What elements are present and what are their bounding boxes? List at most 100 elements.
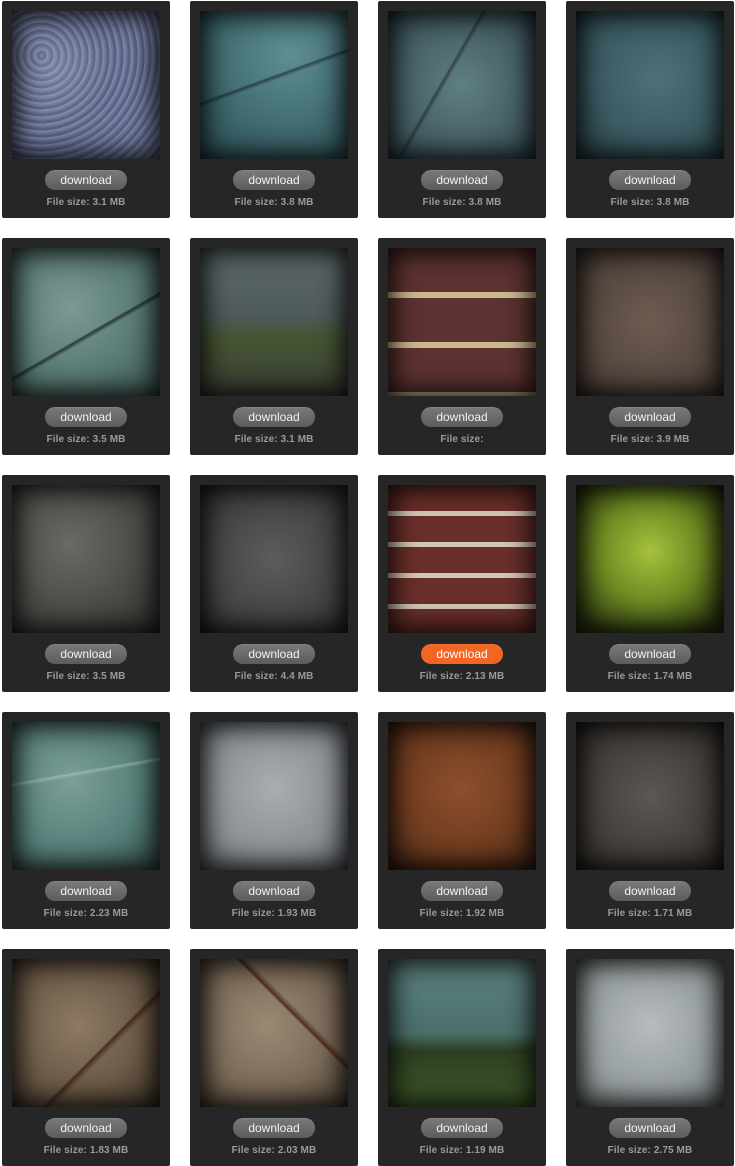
file-size-label: File size: 1.93 MB: [190, 908, 358, 919]
download-button[interactable]: download: [421, 644, 503, 664]
file-size-prefix: File size:: [46, 197, 90, 208]
download-button[interactable]: download: [421, 881, 503, 901]
file-size-value: 3.8 MB: [468, 197, 502, 208]
file-size-prefix: File size:: [610, 434, 654, 445]
file-size-value: 1.71 MB: [653, 908, 693, 919]
download-button[interactable]: download: [233, 1118, 315, 1138]
texture-card: download File size: 2.13 MB: [378, 475, 546, 692]
texture-card: download File size: 2.75 MB: [566, 949, 734, 1166]
file-size-value: 2.23 MB: [89, 908, 129, 919]
texture-thumbnail[interactable]: [576, 248, 724, 396]
texture-card: download File size: 1.83 MB: [2, 949, 170, 1166]
texture-card: download File size: 4.4 MB: [190, 475, 358, 692]
file-size-prefix: File size:: [43, 908, 87, 919]
texture-card: download File size: 3.1 MB: [2, 1, 170, 218]
download-button[interactable]: download: [233, 644, 315, 664]
texture-thumbnail[interactable]: [388, 248, 536, 396]
texture-thumbnail[interactable]: [576, 11, 724, 159]
file-size-label: File size:: [378, 434, 546, 445]
texture-thumbnail[interactable]: [388, 959, 536, 1107]
file-size-label: File size: 3.9 MB: [566, 434, 734, 445]
file-size-label: File size: 1.19 MB: [378, 1145, 546, 1156]
download-button[interactable]: download: [233, 407, 315, 427]
texture-thumbnail[interactable]: [12, 248, 160, 396]
download-button[interactable]: download: [421, 170, 503, 190]
file-size-value: 3.8 MB: [280, 197, 314, 208]
texture-thumbnail[interactable]: [388, 722, 536, 870]
texture-card: download File size: 2.23 MB: [2, 712, 170, 929]
download-button[interactable]: download: [45, 407, 127, 427]
download-button[interactable]: download: [45, 170, 127, 190]
file-size-value: 3.8 MB: [656, 197, 690, 208]
file-size-label: File size: 1.71 MB: [566, 908, 734, 919]
file-size-value: 3.5 MB: [92, 434, 126, 445]
file-size-prefix: File size:: [231, 1145, 275, 1156]
download-button[interactable]: download: [421, 407, 503, 427]
texture-thumbnail[interactable]: [200, 485, 348, 633]
file-size-prefix: File size:: [234, 671, 278, 682]
texture-card: download File size: 1.93 MB: [190, 712, 358, 929]
texture-thumbnail[interactable]: [200, 722, 348, 870]
file-size-value: 2.75 MB: [653, 1145, 693, 1156]
download-button[interactable]: download: [45, 1118, 127, 1138]
file-size-prefix: File size:: [610, 197, 654, 208]
texture-card: download File size: 2.03 MB: [190, 949, 358, 1166]
texture-card: download File size: 1.19 MB: [378, 949, 546, 1166]
file-size-label: File size: 3.1 MB: [2, 197, 170, 208]
texture-card: download File size:: [378, 238, 546, 455]
download-button[interactable]: download: [421, 1118, 503, 1138]
texture-grid: download File size: 3.1 MB download File si…: [0, 0, 735, 1166]
file-size-prefix: File size:: [419, 671, 463, 682]
file-size-prefix: File size:: [43, 1145, 87, 1156]
file-size-prefix: File size:: [422, 197, 466, 208]
texture-card: download File size: 3.5 MB: [2, 475, 170, 692]
texture-thumbnail[interactable]: [12, 722, 160, 870]
file-size-prefix: File size:: [231, 908, 275, 919]
file-size-value: 4.4 MB: [280, 671, 314, 682]
file-size-label: File size: 3.5 MB: [2, 434, 170, 445]
file-size-prefix: File size:: [419, 1145, 463, 1156]
download-button[interactable]: download: [233, 881, 315, 901]
texture-thumbnail[interactable]: [12, 959, 160, 1107]
file-size-label: File size: 3.8 MB: [378, 197, 546, 208]
texture-thumbnail[interactable]: [388, 485, 536, 633]
texture-thumbnail[interactable]: [200, 248, 348, 396]
file-size-prefix: File size:: [419, 908, 463, 919]
file-size-value: 3.5 MB: [92, 671, 126, 682]
file-size-label: File size: 2.13 MB: [378, 671, 546, 682]
texture-thumbnail[interactable]: [12, 11, 160, 159]
texture-thumbnail[interactable]: [200, 11, 348, 159]
download-button[interactable]: download: [609, 881, 691, 901]
download-button[interactable]: download: [45, 644, 127, 664]
texture-thumbnail[interactable]: [388, 11, 536, 159]
texture-thumbnail[interactable]: [200, 959, 348, 1107]
download-button[interactable]: download: [609, 407, 691, 427]
texture-card: download File size: 1.71 MB: [566, 712, 734, 929]
file-size-prefix: File size:: [607, 908, 651, 919]
download-button[interactable]: download: [45, 881, 127, 901]
texture-thumbnail[interactable]: [576, 959, 724, 1107]
file-size-value: 3.1 MB: [280, 434, 314, 445]
file-size-prefix: File size:: [234, 197, 278, 208]
texture-thumbnail[interactable]: [576, 485, 724, 633]
texture-card: download File size: 3.5 MB: [2, 238, 170, 455]
file-size-label: File size: 3.8 MB: [566, 197, 734, 208]
file-size-value: 1.93 MB: [277, 908, 317, 919]
texture-card: download File size: 3.9 MB: [566, 238, 734, 455]
texture-card: download File size: 1.92 MB: [378, 712, 546, 929]
download-button[interactable]: download: [609, 1118, 691, 1138]
file-size-prefix: File size:: [440, 434, 484, 445]
texture-thumbnail[interactable]: [12, 485, 160, 633]
download-button[interactable]: download: [233, 170, 315, 190]
file-size-value: 2.13 MB: [465, 671, 505, 682]
download-button[interactable]: download: [609, 644, 691, 664]
download-button[interactable]: download: [609, 170, 691, 190]
file-size-prefix: File size:: [234, 434, 278, 445]
texture-card: download File size: 3.8 MB: [190, 1, 358, 218]
texture-card: download File size: 1.74 MB: [566, 475, 734, 692]
file-size-label: File size: 2.23 MB: [2, 908, 170, 919]
file-size-label: File size: 3.1 MB: [190, 434, 358, 445]
file-size-label: File size: 1.92 MB: [378, 908, 546, 919]
texture-thumbnail[interactable]: [576, 722, 724, 870]
texture-card: download File size: 3.8 MB: [566, 1, 734, 218]
